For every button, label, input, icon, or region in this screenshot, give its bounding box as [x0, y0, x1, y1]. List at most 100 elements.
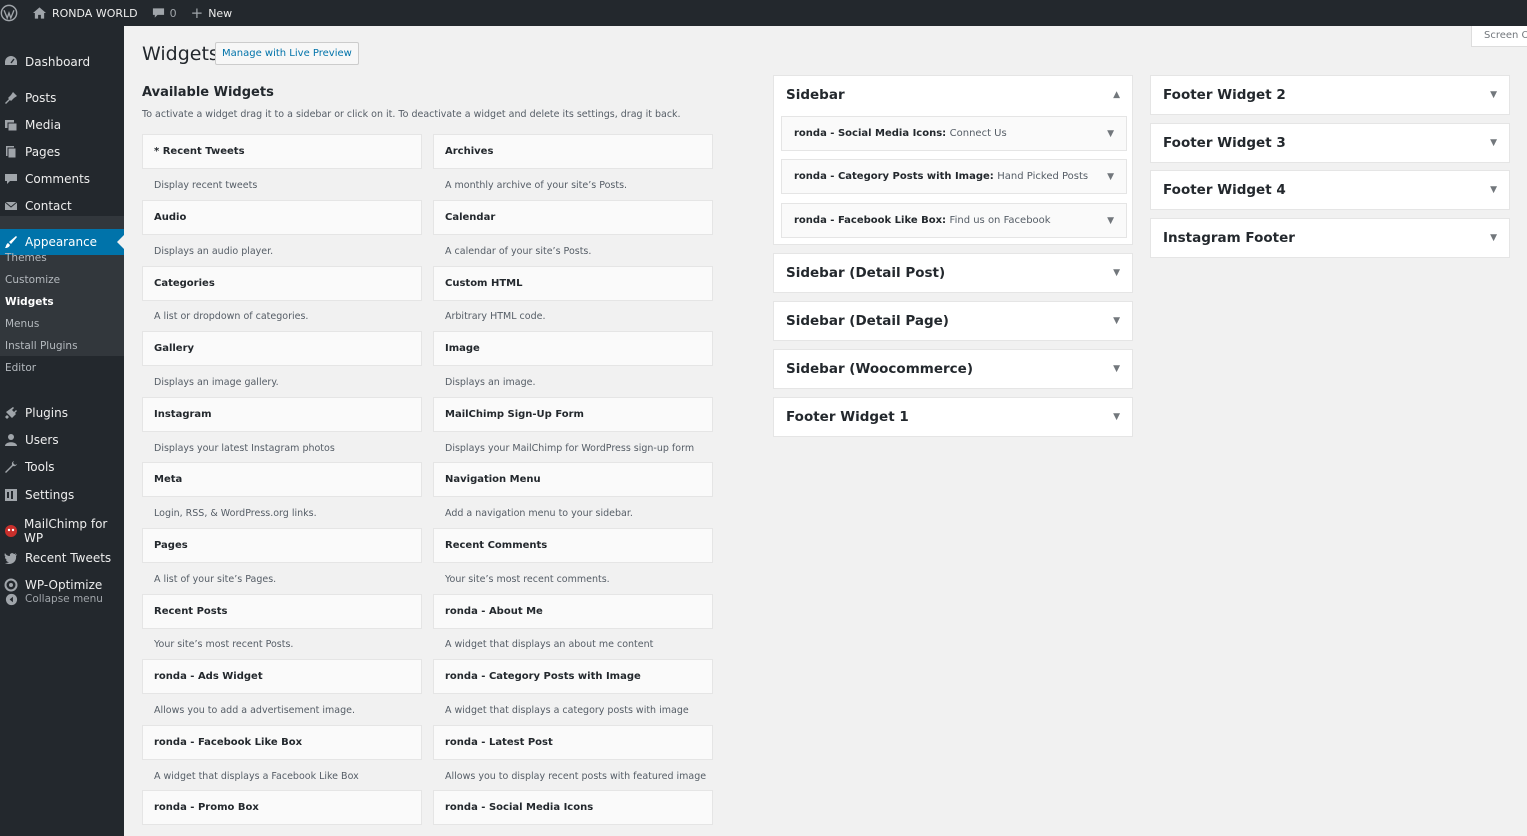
- widget-title: Instagram: [154, 409, 212, 420]
- plus-icon: +: [190, 4, 204, 22]
- new-content-link[interactable]: + New: [184, 0, 240, 26]
- widget-area-header[interactable]: Sidebar ▲: [774, 76, 1132, 114]
- widget-categories[interactable]: Categories: [142, 266, 422, 301]
- widget-title: Image: [445, 343, 480, 354]
- expand-arrow-icon[interactable]: ▼: [1113, 268, 1120, 278]
- widget-ronda-about-me[interactable]: ronda - About Me: [433, 594, 713, 629]
- menu-item-media[interactable]: Media: [0, 116, 124, 134]
- expand-arrow-icon[interactable]: ▼: [1490, 185, 1497, 195]
- widget-archives[interactable]: Archives: [433, 134, 713, 169]
- widget-area-instagram-footer: Instagram Footer ▼: [1150, 218, 1510, 258]
- sidebar-widget-label: ronda - Category Posts with Image: Hand …: [794, 171, 1088, 182]
- menu-item-posts[interactable]: Posts: [0, 89, 124, 107]
- widget-area-header[interactable]: Footer Widget 1 ▼: [774, 398, 1132, 436]
- sidebar-widget-label: ronda - Facebook Like Box: Find us on Fa…: [794, 215, 1051, 226]
- widget-area-header[interactable]: Footer Widget 2 ▼: [1151, 76, 1509, 114]
- widget-area-sidebar: Sidebar ▲ ronda - Social Media Icons: Conn…: [773, 75, 1133, 245]
- submenu-item-widgets[interactable]: Widgets: [5, 296, 54, 308]
- widget-description: Allows you to display recent posts with …: [445, 771, 707, 782]
- widget-area-header[interactable]: Instagram Footer ▼: [1151, 219, 1509, 257]
- menu-item-mailchimp-for-wp[interactable]: MailChimp for WP: [0, 517, 124, 545]
- expand-arrow-icon[interactable]: ▼: [1113, 364, 1120, 374]
- widget-area-title: Footer Widget 3: [1163, 135, 1286, 151]
- widget-image[interactable]: Image: [433, 331, 713, 366]
- widget-area-title: Instagram Footer: [1163, 230, 1295, 246]
- widget-area-footer-widget-3: Footer Widget 3 ▼: [1150, 123, 1510, 163]
- submenu-item-install-plugins[interactable]: Install Plugins: [5, 340, 78, 352]
- widget-calendar[interactable]: Calendar: [433, 200, 713, 235]
- expand-arrow-icon[interactable]: ▼: [1490, 90, 1497, 100]
- widget-area-header[interactable]: Sidebar (Detail Post) ▼: [774, 254, 1132, 292]
- expand-arrow-icon[interactable]: ▼: [1107, 129, 1114, 139]
- comments-link[interactable]: 0: [145, 0, 184, 26]
- widget-description: A list of your site’s Pages.: [154, 574, 277, 585]
- sidebar-widget[interactable]: ronda - Category Posts with Image: Hand …: [781, 159, 1127, 194]
- menu-item-label: WP-Optimize: [25, 578, 103, 592]
- widget-instagram[interactable]: Instagram: [142, 397, 422, 432]
- submenu-item-themes[interactable]: Themes: [5, 252, 47, 264]
- widget-area-header[interactable]: Sidebar (Detail Page) ▼: [774, 302, 1132, 340]
- mail-icon: [3, 198, 19, 214]
- widget-title: Recent Posts: [154, 606, 228, 617]
- expand-arrow-icon[interactable]: ▼: [1107, 216, 1114, 226]
- menu-item-contact[interactable]: Contact: [0, 197, 124, 215]
- sidebar-widget[interactable]: ronda - Social Media Icons: Connect Us ▼: [781, 116, 1127, 151]
- widget-navigation-menu[interactable]: Navigation Menu: [433, 462, 713, 497]
- manage-live-preview-button[interactable]: Manage with Live Preview: [215, 42, 359, 65]
- menu-item-users[interactable]: Users: [0, 431, 124, 449]
- menu-item-plugins[interactable]: Plugins: [0, 404, 124, 422]
- site-name-link[interactable]: RONDA WORLD: [20, 0, 145, 26]
- collapse-arrow-icon[interactable]: ▲: [1113, 90, 1120, 100]
- widget-custom-html[interactable]: Custom HTML: [433, 266, 713, 301]
- widget-title: ronda - Promo Box: [154, 802, 259, 813]
- widget-area-footer-widget-4: Footer Widget 4 ▼: [1150, 170, 1510, 210]
- submenu-item-customize[interactable]: Customize: [5, 274, 60, 286]
- menu-item-label: Dashboard: [25, 55, 91, 69]
- widget-area-header[interactable]: Footer Widget 4 ▼: [1151, 171, 1509, 209]
- widget-area-header[interactable]: Footer Widget 3 ▼: [1151, 124, 1509, 162]
- home-icon: [33, 7, 46, 19]
- collapse-menu-label: Collapse menu: [25, 593, 103, 605]
- available-widgets-title: Available Widgets: [142, 85, 274, 100]
- menu-item-tools[interactable]: Tools: [0, 458, 124, 476]
- expand-arrow-icon[interactable]: ▼: [1490, 138, 1497, 148]
- menu-item-settings[interactable]: Settings: [0, 486, 124, 504]
- widget-recent-posts[interactable]: Recent Posts: [142, 594, 422, 629]
- expand-arrow-icon[interactable]: ▼: [1107, 172, 1114, 182]
- widget-ronda-promo-box[interactable]: ronda - Promo Box: [142, 790, 422, 825]
- expand-arrow-icon[interactable]: ▼: [1113, 316, 1120, 326]
- widget-ronda-category-posts-with-image[interactable]: ronda - Category Posts with Image: [433, 659, 713, 694]
- screen-options-button[interactable]: Screen Options: [1471, 26, 1527, 47]
- menu-item-label: Recent Tweets: [25, 551, 112, 565]
- expand-arrow-icon[interactable]: ▼: [1490, 233, 1497, 243]
- widget-pages[interactable]: Pages: [142, 528, 422, 563]
- expand-arrow-icon[interactable]: ▼: [1113, 412, 1120, 422]
- widget-ronda-social-media-icons[interactable]: ronda - Social Media Icons: [433, 790, 713, 825]
- widget-ronda-latest-post[interactable]: ronda - Latest Post: [433, 725, 713, 760]
- submenu-item-menus[interactable]: Menus: [5, 318, 39, 330]
- wordpress-logo-icon[interactable]: [0, 0, 20, 26]
- widget-audio[interactable]: Audio: [142, 200, 422, 235]
- widget-ronda-ads-widget[interactable]: ronda - Ads Widget: [142, 659, 422, 694]
- widget-title: ronda - Ads Widget: [154, 671, 263, 682]
- menu-item-pages[interactable]: Pages: [0, 143, 124, 161]
- submenu-item-editor[interactable]: Editor: [5, 362, 36, 374]
- widget-ronda-facebook-like-box[interactable]: ronda - Facebook Like Box: [142, 725, 422, 760]
- widget-description: Add a navigation menu to your sidebar.: [445, 508, 633, 519]
- widget-description: Display recent tweets: [154, 180, 258, 191]
- sidebar-widget[interactable]: ronda - Facebook Like Box: Find us on Fa…: [781, 203, 1127, 238]
- widget-gallery[interactable]: Gallery: [142, 331, 422, 366]
- widget-mailchimp-sign-up-form[interactable]: MailChimp Sign-Up Form: [433, 397, 713, 432]
- widget-area-header[interactable]: Sidebar (Woocommerce) ▼: [774, 350, 1132, 388]
- widget-title: ronda - Latest Post: [445, 737, 553, 748]
- widget-description: A calendar of your site’s Posts.: [445, 246, 592, 257]
- widget-meta[interactable]: Meta: [142, 462, 422, 497]
- widget-recent-tweets[interactable]: * Recent Tweets: [142, 134, 422, 169]
- menu-item-label: Posts: [25, 91, 57, 105]
- widget-title: ronda - Facebook Like Box: [154, 737, 303, 748]
- menu-item-recent-tweets[interactable]: Recent Tweets: [0, 549, 124, 567]
- menu-item-comments[interactable]: Comments: [0, 170, 124, 188]
- menu-item-dashboard[interactable]: Dashboard: [0, 53, 124, 71]
- widget-recent-comments[interactable]: Recent Comments: [433, 528, 713, 563]
- collapse-menu-button[interactable]: Collapse menu: [0, 591, 124, 607]
